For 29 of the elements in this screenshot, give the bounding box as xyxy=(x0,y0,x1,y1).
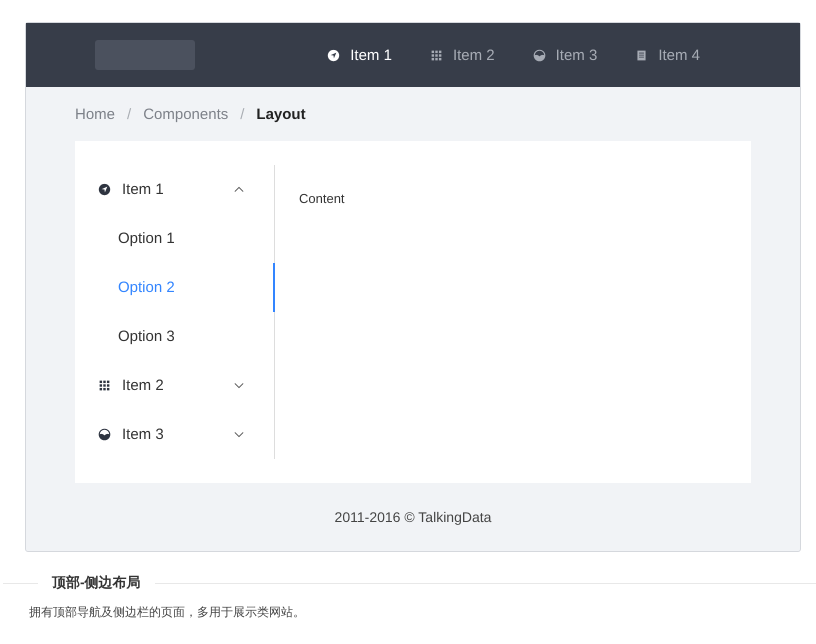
footer-text: 2011-2016 © TalkingData xyxy=(334,509,492,525)
menu-option[interactable]: Option 1 xyxy=(75,214,274,263)
nav-item[interactable]: Item 1 xyxy=(327,46,392,64)
breadcrumb-link[interactable]: Layout xyxy=(256,106,306,122)
document-icon xyxy=(635,48,648,62)
demo-title: 顶部-侧边布局 xyxy=(38,574,155,592)
content-text: Content xyxy=(299,191,345,206)
nav-item[interactable]: Item 4 xyxy=(635,46,700,64)
demo-description: 拥有顶部导航及侧边栏的页面，多用于展示类网站。 xyxy=(29,604,306,621)
compass-icon xyxy=(98,183,111,196)
chevron-icon xyxy=(234,431,244,438)
breadcrumb-separator: / xyxy=(127,106,132,122)
breadcrumb-separator: / xyxy=(240,106,244,122)
menu-option[interactable]: Option 3 xyxy=(75,312,274,361)
grid-icon xyxy=(98,379,111,392)
submenu-title[interactable]: Item 2 xyxy=(75,361,274,410)
chevron-icon xyxy=(234,186,244,193)
chevron-icon xyxy=(234,382,244,389)
breadcrumb-link[interactable]: Components xyxy=(143,106,228,122)
nav-item[interactable]: Item 2 xyxy=(430,46,495,64)
nav-item[interactable]: Item 3 xyxy=(532,46,598,64)
gauge-icon xyxy=(532,48,546,62)
grid-icon xyxy=(430,48,443,62)
submenu-title[interactable]: Item 1 xyxy=(75,165,274,214)
compass-icon xyxy=(327,48,340,62)
menu-option[interactable]: Option 2 xyxy=(75,263,275,312)
gauge-icon xyxy=(98,428,111,441)
breadcrumb-link[interactable]: Home xyxy=(75,106,116,122)
submenu-title[interactable]: Item 3 xyxy=(75,410,274,459)
